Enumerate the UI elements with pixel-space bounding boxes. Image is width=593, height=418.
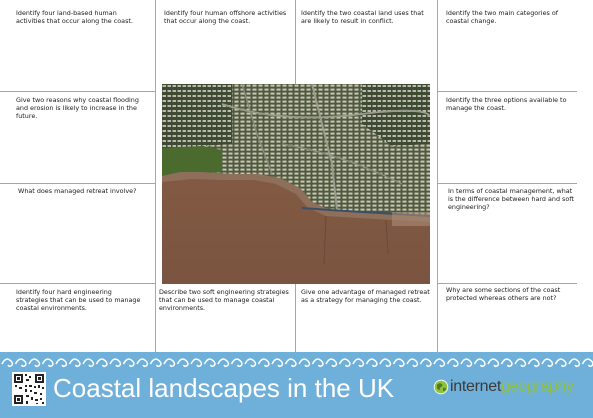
question-hard-vs-soft: In terms of coastal management, what is … <box>448 187 574 211</box>
question-managed-retreat: What does managed retreat involve? <box>18 187 137 195</box>
grid-line-v1 <box>155 0 156 352</box>
question-offshore-activities: Identify four human offshore activities … <box>164 9 287 25</box>
coastal-aerial-photo <box>162 84 430 284</box>
grid-line-h2-left <box>0 183 155 184</box>
globe-icon <box>433 379 449 395</box>
grid-line-v3 <box>437 0 438 352</box>
question-sections-protected: Why are some sections of the coast prote… <box>446 286 561 302</box>
grid-line-h2-right <box>437 183 577 184</box>
question-management-options: Identify the three options available to … <box>446 96 567 112</box>
qr-code-icon[interactable] <box>12 372 46 406</box>
question-hard-engineering: Identify four hard engineering strategie… <box>16 288 141 312</box>
question-flooding-erosion: Give two reasons why coastal flooding an… <box>16 96 139 120</box>
question-retreat-advantage: Give one advantage of managed retreat as… <box>301 288 430 304</box>
wave-pattern: (function(){ var svg = document.currentS… <box>1 358 593 368</box>
brand-word-internet: internet <box>450 378 501 395</box>
footer-banner: (function(){ var svg = document.currentS… <box>0 352 593 418</box>
grid-line-h1-left <box>0 91 155 92</box>
question-soft-engineering: Describe two soft engineering strategies… <box>159 288 289 312</box>
page-title: Coastal landscapes in the UK <box>53 373 395 403</box>
grid-line-h3-left <box>0 283 155 284</box>
question-land-activities: Identify four land-based human activitie… <box>16 9 133 25</box>
question-land-use-conflict: Identify the two coastal land uses that … <box>301 9 424 25</box>
grid-line-h3-right <box>437 283 577 284</box>
coastal-aerial-illustration <box>162 84 430 284</box>
brand-word-geography: geography <box>500 378 574 395</box>
brand-logo[interactable]: internetgeography <box>433 376 585 400</box>
brand-wordmark: internetgeography <box>450 377 574 397</box>
question-coastal-change: Identify the two main categories of coas… <box>446 9 559 25</box>
grid-line-v2b <box>295 284 296 352</box>
grid-line-h1-right <box>437 91 577 92</box>
grid-line-v2 <box>295 0 296 84</box>
